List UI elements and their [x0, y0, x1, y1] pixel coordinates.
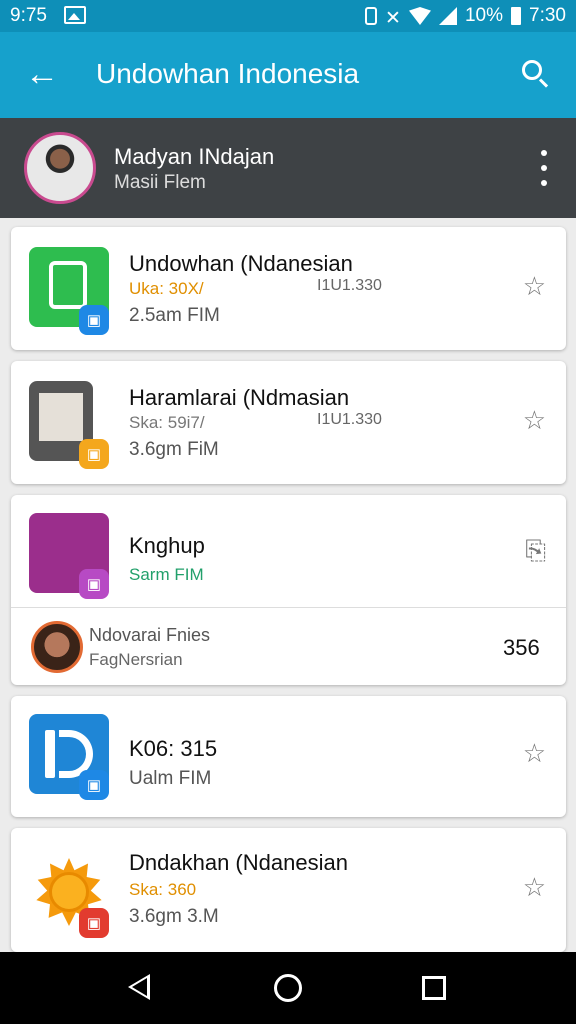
profile-subtitle: Masii Flem	[114, 172, 206, 193]
status-time: 9:75	[10, 5, 47, 26]
signal-icon	[438, 7, 457, 25]
back-icon[interactable]	[128, 974, 150, 1000]
mute-icon: ✕	[384, 8, 401, 29]
back-arrow-icon[interactable]: ←	[22, 54, 62, 94]
image-badge-icon: ▣	[79, 439, 109, 469]
sun-icon: ▣	[29, 852, 109, 938]
sub-item-count: 356	[503, 635, 540, 660]
item-tag: Ska: 360	[129, 880, 197, 899]
avatar[interactable]	[24, 132, 96, 204]
home-icon[interactable]	[274, 974, 302, 1002]
item-size: Ualm FIM	[129, 768, 212, 789]
calendar-badge-icon: ▣	[79, 305, 109, 335]
sub-item-subtitle: FagNersrian	[89, 650, 183, 669]
item-tag: Uka: 30X/	[129, 279, 204, 298]
app-badge-icon: ▣	[79, 908, 109, 938]
status-clock: 7:30	[529, 5, 566, 26]
search-icon[interactable]	[516, 54, 556, 94]
item-size: 3.6gm FiM	[129, 439, 219, 460]
item-size: 3.6gm 3.M	[129, 906, 219, 927]
gallery-icon	[64, 6, 86, 24]
item-meta: I1U1.330	[317, 411, 382, 428]
item-tag: Sarm FIM	[129, 565, 204, 584]
status-bar: 9:75 ✕ 10% 7:30	[0, 0, 576, 32]
app-bar: ← Undowhan Indonesia	[0, 32, 576, 118]
share-icon[interactable]: ⎘	[525, 535, 546, 567]
recents-icon[interactable]	[422, 976, 446, 1000]
item-title: Dndakhan (Ndanesian	[129, 850, 348, 875]
page-title: Undowhan Indonesia	[96, 58, 360, 89]
star-icon[interactable]: ☆	[523, 872, 546, 903]
app-badge-icon: ▣	[79, 770, 109, 800]
item-meta: I1U1.330	[317, 277, 382, 294]
list-item[interactable]: ▣ Undowhan (Ndanesian Uka: 30X/ I1U1.330…	[11, 227, 566, 350]
list-item[interactable]: ▣ K06: 315 Ualm FIM ☆	[11, 696, 566, 817]
app-icon-phone: ▣	[29, 381, 109, 469]
list-item[interactable]: ▣ Haramlarai (Ndmasian Ska: 59i7/ I1U1.3…	[11, 361, 566, 484]
app-badge-icon: ▣	[79, 569, 109, 599]
battery-icon	[511, 7, 522, 25]
status-icons: ✕ 10% 7:30	[364, 5, 566, 29]
star-icon[interactable]: ☆	[523, 738, 546, 769]
sub-item-title: Ndovarai Fnies	[89, 625, 211, 645]
profile-header[interactable]: Madyan INdajan Masii Flem	[0, 118, 576, 218]
wifi-icon	[408, 7, 431, 25]
app-icon-document: ▣	[29, 247, 109, 335]
avatar	[31, 621, 83, 673]
profile-name: Madyan INdajan	[114, 144, 275, 169]
item-title: Haramlarai (Ndmasian	[129, 385, 350, 410]
star-icon[interactable]: ☆	[523, 271, 546, 302]
battery-percent: 10%	[464, 5, 504, 26]
star-icon[interactable]: ☆	[523, 405, 546, 436]
divider	[11, 607, 566, 608]
item-title: Knghup	[129, 533, 205, 558]
app-icon-document: ▣	[29, 714, 109, 800]
item-title: Undowhan (Ndanesian	[129, 251, 353, 276]
item-tag: Ska: 59i7/	[129, 413, 205, 432]
navigation-bar	[0, 952, 576, 1024]
app-icon-puzzle: ▣	[29, 513, 109, 599]
list-item[interactable]: ▣ Dndakhan (Ndanesian Ska: 360 3.6gm 3.M…	[11, 828, 566, 952]
more-options-icon[interactable]	[538, 150, 550, 186]
item-size: 2.5am FIM	[129, 305, 220, 326]
item-title: K06: 315	[129, 736, 218, 761]
list-item[interactable]: ▣ Knghup Sarm FIM ⎘ Ndovarai Fnies FagNe…	[11, 495, 566, 685]
sim-icon	[364, 7, 377, 25]
